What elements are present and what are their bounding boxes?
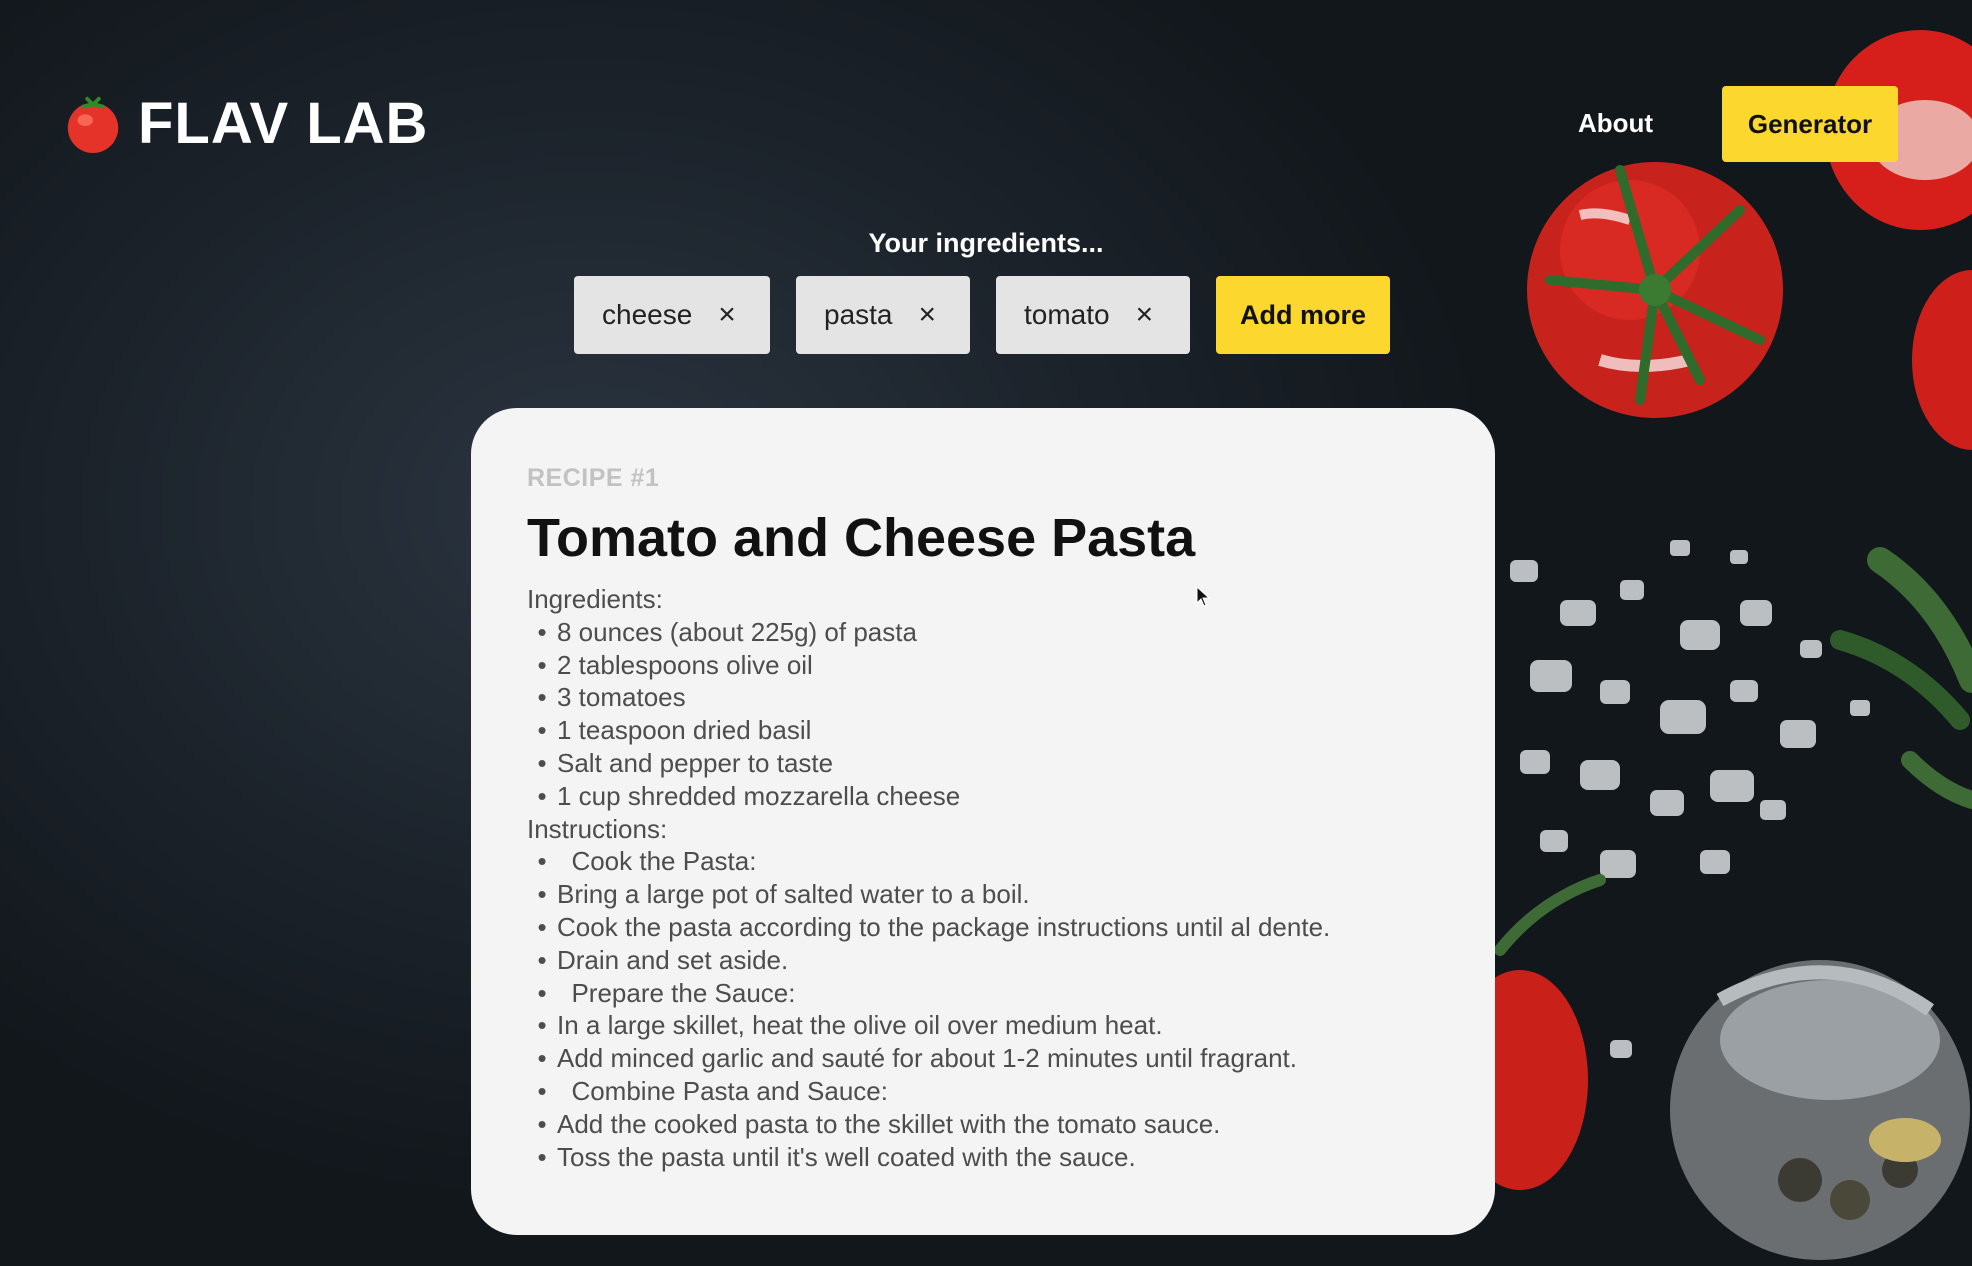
instructions-section-heading: Instructions: <box>527 813 668 844</box>
list-item: • 8 ounces (about 225g) of pasta <box>537 616 917 647</box>
chip-label: cheese <box>602 299 693 330</box>
recipe-title: Tomato and Cheese Pasta <box>527 508 1196 568</box>
recipe-body: Ingredients: • 8 ounces (about 225g) of p… <box>527 583 1439 1173</box>
brand-name: FLAV LAB <box>138 91 429 156</box>
ingredient-list: • 8 ounces (about 225g) of pasta • 2 table… <box>527 616 1439 813</box>
close-icon[interactable]: × <box>718 300 736 330</box>
list-item: • Cook the Pasta: <box>537 846 757 877</box>
nav-about-link[interactable]: About <box>1578 108 1653 139</box>
list-item: • Add minced garlic and sauté for about 1… <box>537 1043 1297 1074</box>
ingredients-section-heading: Ingredients: <box>527 584 663 614</box>
ingredients-heading: Your ingredients... <box>868 228 1104 258</box>
list-item: • Add the cooked pasta to the skillet wit… <box>537 1108 1221 1139</box>
list-item: • 1 cup shredded mozzarella cheese <box>537 780 961 811</box>
list-item: • 2 tablespoons olive oil <box>537 649 813 680</box>
chip-label: tomato <box>1024 299 1110 330</box>
ingredient-chip-cheese[interactable]: cheese × <box>574 276 770 354</box>
close-icon[interactable]: × <box>1136 300 1154 330</box>
list-item: • 3 tomatoes <box>537 682 686 713</box>
list-item: • Salt and pepper to taste <box>537 747 834 778</box>
recipe-card: RECIPE #1 Tomato and Cheese Pasta Ingred… <box>471 408 1495 1235</box>
nav-generator-button[interactable]: Generator <box>1722 86 1898 162</box>
ingredient-chip-tomato[interactable]: tomato × <box>996 276 1190 354</box>
ingredient-chip-pasta[interactable]: pasta × <box>796 276 970 354</box>
list-item: • Drain and set aside. <box>537 944 789 975</box>
list-item: • Toss the pasta until it's well coated w… <box>537 1141 1136 1172</box>
chip-label: pasta <box>824 299 893 330</box>
brand[interactable]: FLAV LAB <box>62 90 428 157</box>
recipe-number-label: RECIPE #1 <box>527 464 660 492</box>
list-item: • Prepare the Sauce: <box>537 977 796 1008</box>
close-icon[interactable]: × <box>919 300 937 330</box>
add-more-button[interactable]: Add more <box>1216 276 1390 354</box>
list-item: • In a large skillet, heat the olive oil … <box>537 1010 1163 1041</box>
list-item: • Cook the pasta according to the package… <box>537 911 1331 942</box>
list-item: • Bring a large pot of salted water to a … <box>537 879 1030 910</box>
list-item: • Combine Pasta and Sauce: <box>537 1075 888 1106</box>
instruction-list: • Cook the Pasta: • Bring a large pot of … <box>527 845 1439 1173</box>
list-item: • 1 teaspoon dried basil <box>537 715 812 746</box>
ingredient-chips: cheese × pasta × tomato × Add more <box>574 276 1390 354</box>
tomato-icon <box>67 96 119 153</box>
mouse-cursor-icon <box>1196 586 1211 607</box>
